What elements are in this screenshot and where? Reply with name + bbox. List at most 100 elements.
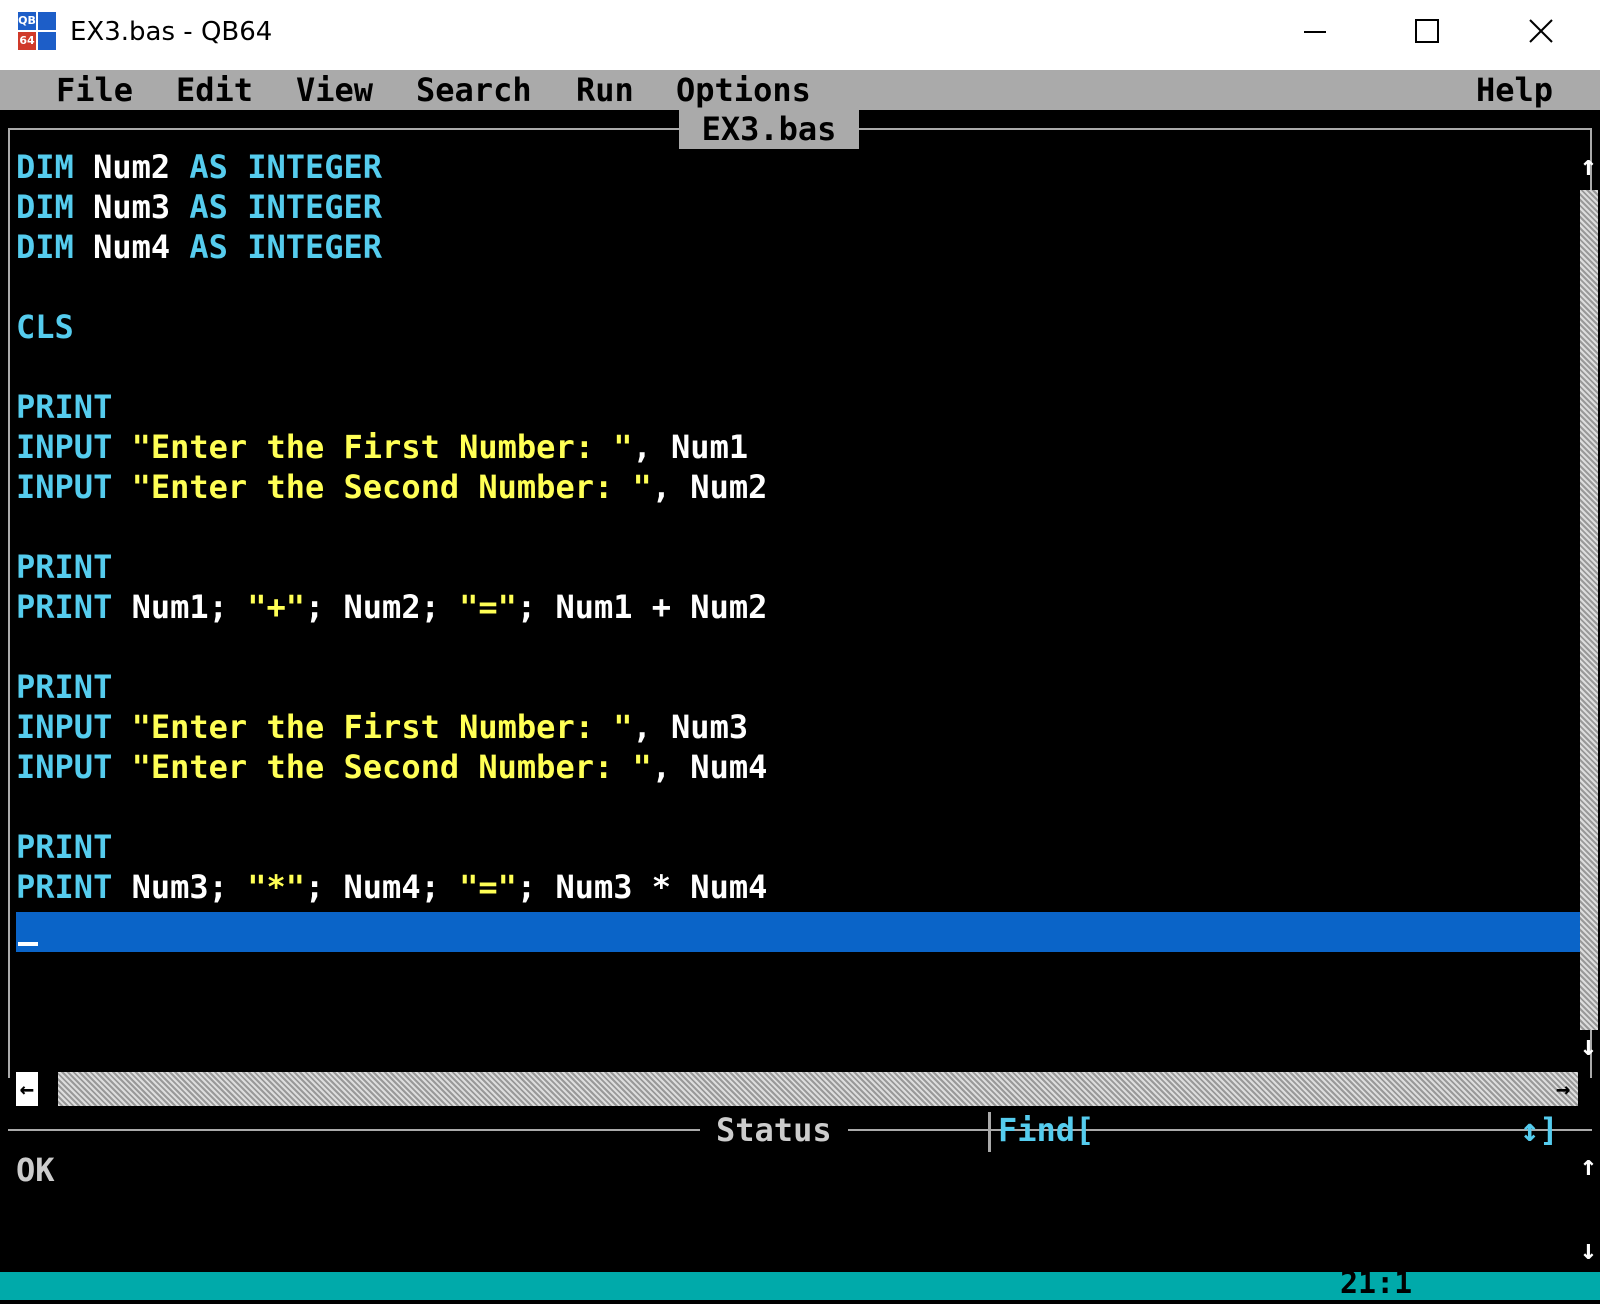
code-string: "Enter the First Number: " [131,428,633,466]
find-field-label[interactable]: Find[ [998,1110,1094,1150]
code-string: "+" [247,588,305,626]
code-line[interactable]: DIM Num2 AS INTEGER [16,147,1576,187]
code-keyword: INPUT [16,708,132,746]
code-identifier: Num3; [131,868,248,906]
code-line[interactable] [16,787,1576,827]
close-button[interactable] [1486,0,1596,62]
code-line[interactable]: PRINT [16,387,1576,427]
find-field-toggle[interactable]: ↕] [1520,1110,1559,1150]
code-identifier: ; Num4; [304,868,460,906]
editor-vertical-scroll-track[interactable] [1580,190,1598,1030]
status-panel-title: Status [700,1110,848,1150]
text-cursor [18,942,38,946]
code-identifier: , Num4 [651,748,768,786]
code-line[interactable]: DIM Num4 AS INTEGER [16,227,1576,267]
code-line[interactable]: PRINT Num1; "+"; Num2; "="; Num1 + Num2 [16,587,1576,627]
code-string: "*" [247,868,305,906]
code-identifier: , Num2 [651,468,768,506]
code-identifier: , Num3 [632,708,749,746]
minimize-button[interactable] [1260,0,1370,62]
editor-horizontal-scrollbar[interactable]: ← → [16,1070,1578,1108]
minimize-icon [1304,31,1326,33]
code-identifier: ; Num2; [304,588,460,626]
scroll-left-arrow-icon[interactable]: ← [16,1072,38,1106]
code-string: "Enter the Second Number: " [131,748,652,786]
code-identifier: ; Num1 + Num2 [516,588,768,626]
code-keyword: PRINT [16,588,132,626]
cursor-position: 21:1 [1340,1266,1413,1301]
code-keyword: INPUT [16,468,132,506]
menu-help[interactable]: Help [1476,70,1553,110]
code-line[interactable]: PRINT [16,547,1576,587]
app-icon-text-64: 64 [18,32,36,50]
code-keyword: AS INTEGER [189,188,383,226]
code-string: "Enter the Second Number: " [131,468,652,506]
code-editor[interactable]: DIM Num2 AS INTEGER DIM Num3 AS INTEGER DI… [16,147,1576,907]
code-string: "=" [459,868,517,906]
menu-bar: File Edit View Search Run Options Help [0,70,1600,110]
code-identifier: , Num1 [632,428,749,466]
app-icon-blank-2 [38,32,56,50]
code-keyword: PRINT [16,668,113,706]
code-line[interactable] [16,347,1576,387]
code-identifier: Num4 [93,228,190,266]
code-line[interactable] [16,507,1576,547]
current-line-highlight [16,912,1580,952]
code-keyword: PRINT [16,548,113,586]
menu-file[interactable]: File [56,70,133,110]
code-keyword: INPUT [16,748,132,786]
maximize-button[interactable] [1372,0,1482,62]
code-identifier: Num3 [93,188,190,226]
code-keyword: DIM [16,148,94,186]
code-keyword: AS INTEGER [189,148,383,186]
code-line[interactable]: PRINT [16,667,1576,707]
code-line[interactable]: PRINT Num3; "*"; Num4; "="; Num3 * Num4 [16,867,1576,907]
app-icon-blank-1 [38,12,56,30]
code-identifier: ; Num3 * Num4 [516,868,768,906]
code-identifier: Num1; [131,588,248,626]
scroll-up-arrow-icon[interactable]: ↑ [1580,150,1597,182]
menu-view[interactable]: View [296,70,373,110]
status-scroll-up-icon[interactable]: ↑ [1580,1150,1597,1182]
code-line[interactable]: PRINT [16,827,1576,867]
editor-horizontal-scroll-track[interactable] [58,1072,1578,1106]
bottom-status-strip: 21:1 [0,1266,1600,1301]
code-keyword: PRINT [16,388,113,426]
find-divider [988,1112,991,1152]
code-keyword: CLS [16,308,74,346]
code-string: "=" [459,588,517,626]
status-scroll-down-icon[interactable]: ↓ [1580,1234,1597,1266]
editor-file-tab: EX3.bas [679,109,859,149]
scroll-down-arrow-icon[interactable]: ↓ [1580,1030,1597,1062]
code-line[interactable]: CLS [16,307,1576,347]
code-keyword: PRINT [16,868,132,906]
menu-edit[interactable]: Edit [176,70,253,110]
code-line[interactable] [16,627,1576,667]
code-identifier: Num2 [93,148,190,186]
app-icon-text-qb: QB [18,12,36,30]
editor-vertical-scrollbar[interactable]: ↑ ↓ [1580,150,1598,1070]
code-keyword: INPUT [16,428,132,466]
code-keyword: PRINT [16,828,113,866]
code-line[interactable]: INPUT "Enter the First Number: ", Num1 [16,427,1576,467]
window-titlebar: QB 64 EX3.bas - QB64 [0,0,1600,70]
code-line[interactable]: DIM Num3 AS INTEGER [16,187,1576,227]
close-icon [1529,19,1553,43]
qb64-app-icon[interactable]: QB 64 [18,12,56,50]
code-line[interactable]: INPUT "Enter the First Number: ", Num3 [16,707,1576,747]
status-vertical-scrollbar[interactable]: ↑ ↓ [1580,1150,1598,1270]
menu-search[interactable]: Search [416,70,532,110]
menu-run[interactable]: Run [576,70,634,110]
code-line[interactable]: INPUT "Enter the Second Number: ", Num4 [16,747,1576,787]
code-string: "Enter the First Number: " [131,708,633,746]
code-keyword: DIM [16,188,94,226]
code-keyword: AS INTEGER [189,228,383,266]
code-line[interactable] [16,267,1576,307]
scroll-right-arrow-icon[interactable]: → [1556,1072,1570,1106]
code-line[interactable]: INPUT "Enter the Second Number: ", Num2 [16,467,1576,507]
status-message: OK [16,1151,55,1189]
window-title: EX3.bas - QB64 [70,17,273,47]
menu-options[interactable]: Options [676,70,811,110]
maximize-icon [1415,19,1439,43]
code-keyword: DIM [16,228,94,266]
